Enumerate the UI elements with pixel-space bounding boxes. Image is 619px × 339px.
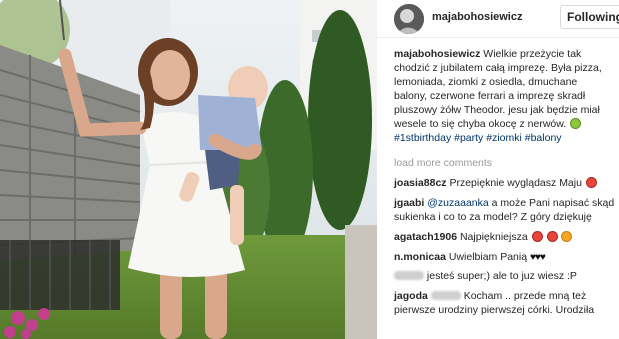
caption-text: Wielkie przeżycie tak chodzić z jubilate… [394, 48, 602, 130]
black-hearts-icon: ♥♥♥ [529, 252, 546, 263]
following-button[interactable]: Following [560, 5, 619, 29]
caption-username[interactable]: majabohosiewicz [394, 48, 480, 60]
post-header: majabohosiewicz Following [377, 0, 619, 38]
post-photo-image [0, 0, 377, 339]
comment-item: jgaabi @zuzaaanka a może Pani napisać sk… [394, 196, 616, 224]
comment-item: n.monicaa Uwielbiam Panią ♥♥♥ [394, 250, 616, 265]
redacted-username [394, 271, 424, 280]
load-more-comments-link[interactable]: load more comments [394, 156, 616, 170]
comment-username[interactable]: jagoda [394, 290, 428, 302]
post-caption: majabohosiewicz Wielkie przeżycie tak ch… [394, 47, 604, 145]
comment-username[interactable]: n.monicaa [394, 251, 446, 263]
comment-text: Przepięknie wyglądasz Maju [449, 177, 582, 189]
comment-text: Uwielbiam Panią [448, 251, 528, 263]
avatar-icon [394, 4, 424, 34]
redacted-username-part [430, 291, 461, 300]
comment-username[interactable]: agatach1906 [394, 231, 457, 243]
header-username[interactable]: majabohosiewicz [432, 11, 522, 23]
heart-eyes-emoji-icon [561, 231, 573, 242]
heart-eyes-emoji-icon [531, 231, 543, 242]
comment-mention[interactable]: @zuzaaanka [427, 197, 488, 209]
comment-item: jesteś super;) ale to juz wiesz :P [394, 269, 616, 283]
hashtag-ziomki[interactable]: #ziomki [486, 132, 522, 144]
comment-text: jesteś super;) ale to juz wiesz :P [426, 270, 577, 282]
grinning-face-emoji-icon [570, 118, 582, 129]
post-side-panel: majabohosiewicz Following majabohosiewic… [377, 0, 619, 339]
post-photo[interactable] [0, 0, 377, 339]
comment-username[interactable]: joasia88cz [394, 177, 447, 189]
hashtag-1stbirthday[interactable]: #1stbirthday [394, 132, 451, 144]
comments-section: majabohosiewicz Wielkie przeżycie tak ch… [394, 47, 616, 317]
avatar[interactable] [394, 4, 424, 34]
hashtag-party[interactable]: #party [454, 132, 483, 144]
hashtag-balony[interactable]: #balony [525, 132, 562, 144]
heart-eyes-emoji-icon [585, 177, 597, 188]
comment-item: joasia88cz Przepięknie wyglądasz Maju [394, 176, 616, 190]
heart-eyes-emoji-icon [546, 231, 558, 242]
comment-item: jagoda Kocham .. przede mną też pierwsze… [394, 289, 616, 317]
comment-username[interactable]: jgaabi [394, 197, 424, 209]
comment-text: Najpiękniejsza [459, 231, 528, 243]
comment-item: agatach1906 Najpiękniejsza [394, 230, 616, 244]
